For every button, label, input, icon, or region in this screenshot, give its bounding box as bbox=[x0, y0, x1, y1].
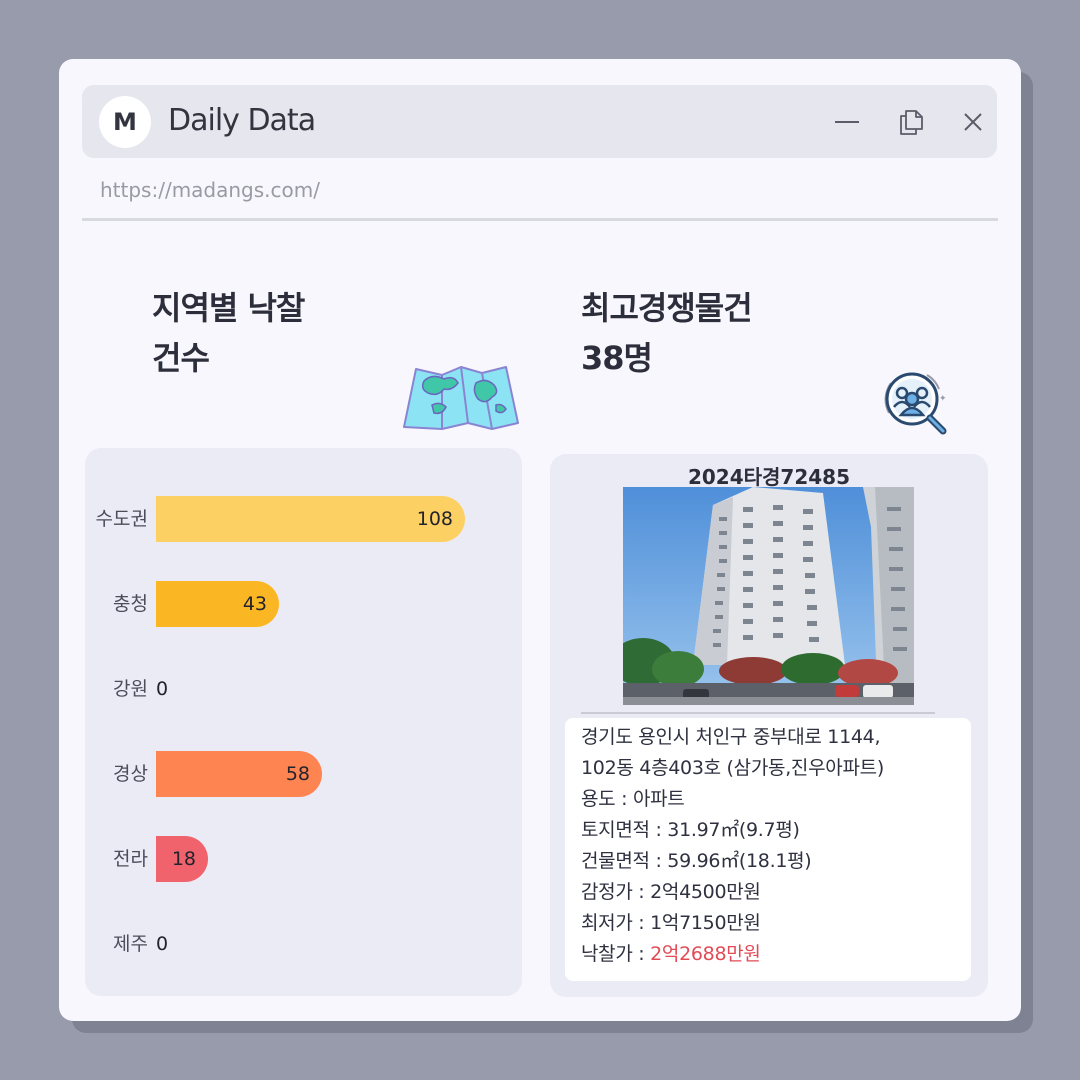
bar-row: 수도권 108 bbox=[85, 496, 522, 542]
land-area-text: 토지면적 : 31.97㎡(9.7평) bbox=[581, 819, 800, 841]
property-photo bbox=[623, 487, 914, 705]
restore-button[interactable] bbox=[896, 107, 926, 137]
close-icon bbox=[964, 113, 982, 131]
close-button[interactable] bbox=[958, 107, 988, 137]
map-icon bbox=[403, 366, 519, 430]
app-window: M Daily Data https://madangs.com/ 지역별 낙찰… bbox=[59, 59, 1021, 1021]
bar-category-label: 경상 bbox=[113, 763, 148, 785]
bar-value-label: 0 bbox=[156, 678, 169, 700]
bar-row: 전라 18 bbox=[85, 836, 522, 882]
bar-value-label: 58 bbox=[285, 763, 310, 785]
photo-divider bbox=[581, 712, 935, 714]
minimum-price-text: 최저가 : 1억7150만원 bbox=[581, 912, 761, 934]
bar-row: 경상 58 bbox=[85, 751, 522, 797]
bar-row: 제주 0 bbox=[85, 921, 522, 967]
m-logo-icon: M bbox=[99, 96, 151, 148]
property-details: 경기도 용인시 처인구 중부대로 1144, 102동 4층403호 (삼가동,… bbox=[565, 718, 971, 981]
bar-category-label: 수도권 bbox=[95, 508, 148, 530]
minimize-icon bbox=[835, 121, 859, 123]
bar-row: 충청 43 bbox=[85, 581, 522, 627]
bar-value-label: 108 bbox=[416, 508, 453, 530]
winning-bid-label: 낙찰가 : bbox=[581, 943, 651, 965]
svg-text:✦: ✦ bbox=[939, 394, 947, 404]
people-search-icon: ✦ bbox=[884, 372, 947, 435]
app-title: Daily Data bbox=[168, 103, 316, 138]
region-bar-chart: 수도권 108 충청 43 강원 0 경상 58 전라 18 제주 0 bbox=[85, 448, 522, 996]
minimize-button[interactable] bbox=[832, 107, 862, 137]
title-bar: M Daily Data bbox=[82, 85, 997, 158]
competition-heading-line1: 최고경쟁물건 bbox=[581, 289, 753, 327]
header-divider bbox=[82, 218, 998, 221]
building-area-text: 건물면적 : 59.96㎡(18.1평) bbox=[581, 850, 812, 872]
bar-category-label: 충청 bbox=[113, 593, 148, 615]
case-number[interactable]: 2024타경72485 bbox=[550, 461, 988, 490]
winning-bid-value: 2억2688만원 bbox=[650, 943, 761, 965]
bar-value-label: 43 bbox=[242, 593, 267, 615]
bar-value-label: 18 bbox=[171, 848, 196, 870]
logo-letter: M bbox=[113, 108, 137, 136]
bar-category-label: 전라 bbox=[113, 848, 148, 870]
bar-row: 강원 0 bbox=[85, 666, 522, 712]
url-bar[interactable]: https://madangs.com/ bbox=[100, 178, 320, 202]
appraisal-price-text: 감정가 : 2억4500만원 bbox=[581, 881, 761, 903]
address-line-1: 경기도 용인시 처인구 중부대로 1144, bbox=[581, 726, 881, 748]
winning-bid-text: 낙찰가 : 2억2688만원 bbox=[581, 939, 971, 970]
competition-heading-line2: 38명 bbox=[581, 339, 653, 377]
usage-text: 용도 : 아파트 bbox=[581, 788, 685, 810]
top-competition-card: 2024타경72485 경기도 용인시 처인구 중부대로 1144, 102동 … bbox=[550, 454, 988, 997]
bar-value-label: 0 bbox=[156, 933, 169, 955]
bar-category-label: 강원 bbox=[113, 678, 148, 700]
region-heading-line1: 지역별 낙찰 bbox=[152, 289, 305, 327]
region-bids-heading: 지역별 낙찰 건수 bbox=[152, 283, 305, 383]
restore-icon bbox=[900, 110, 923, 135]
address-line-2: 102동 4층403호 (삼가동,진우아파트) bbox=[581, 757, 884, 779]
top-competition-heading: 최고경쟁물건 38명 bbox=[581, 283, 753, 383]
bar-category-label: 제주 bbox=[113, 933, 148, 955]
region-heading-line2: 건수 bbox=[152, 339, 210, 377]
